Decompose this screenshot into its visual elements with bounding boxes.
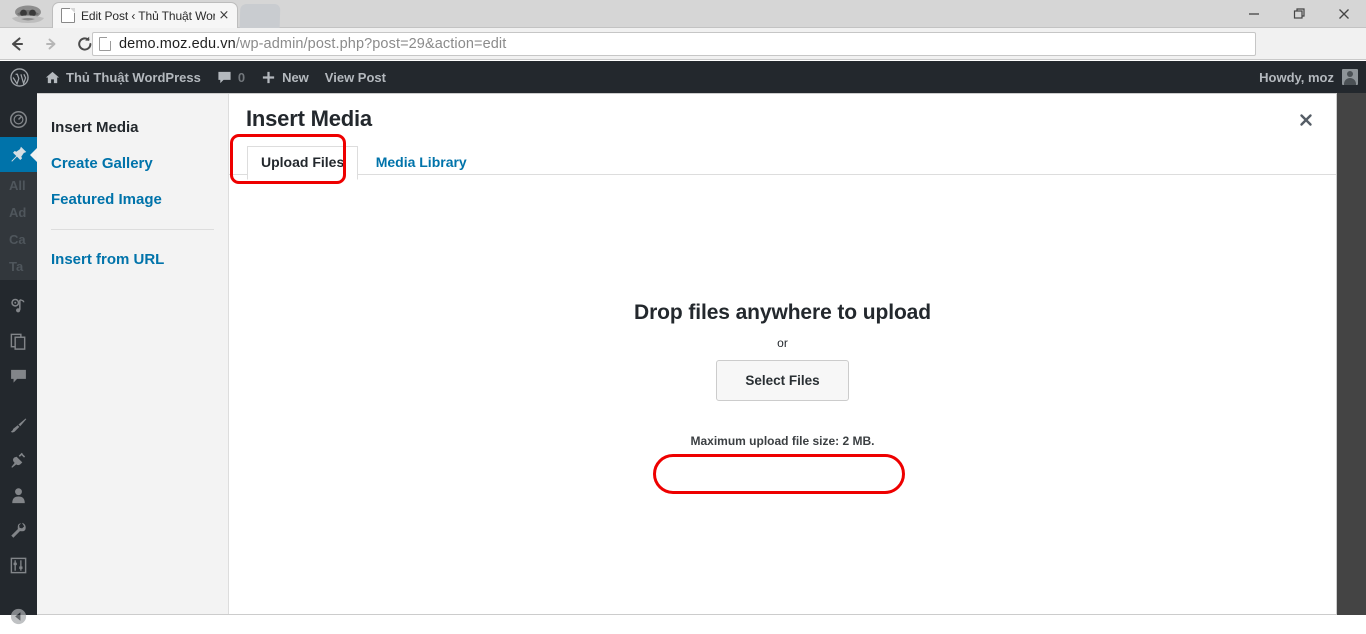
dashboard-gauge-icon [9,110,28,129]
page-title: Insert Media [246,106,372,131]
submenu-item-add-new[interactable]: Ad [0,199,37,226]
forward-arrow-icon[interactable] [34,28,68,60]
view-post-label: View Post [324,69,386,85]
comments-count: 0 [237,69,246,85]
view-post-link[interactable]: View Post [317,61,394,93]
sidebar-item-posts[interactable] [0,137,37,172]
sidebar-item-users[interactable] [0,478,37,513]
posts-submenu: All Ad Ca Ta [0,172,37,280]
window-maximize-button[interactable] [1276,0,1321,28]
window-minimize-button[interactable] [1231,0,1276,28]
site-name-menu[interactable]: Thủ Thuật WordPress [37,61,209,93]
sidebar-item-featured-image[interactable]: Featured Image [37,182,228,218]
drop-files-title: Drop files anywhere to upload [634,301,931,324]
my-account-menu[interactable]: Howdy, moz [1259,61,1366,93]
paintbrush-icon [9,416,28,435]
comments-menu[interactable]: 0 [209,61,253,93]
sidebar-item-settings[interactable] [0,548,37,583]
browser-toolbar: demo.moz.edu.vn/wp-admin/post.php?post=2… [0,28,1366,81]
collapse-arrow-icon [9,607,28,626]
sidebar-item-insert-media[interactable]: Insert Media [37,110,228,146]
window-close-button[interactable] [1321,0,1366,28]
plug-icon [9,451,28,470]
close-icon[interactable] [1292,106,1320,134]
max-upload-size-label: Maximum upload file size: 2 MB. [690,434,875,448]
insert-media-modal: Insert Media Create Gallery Featured Ima… [37,93,1337,615]
modal-main: Insert Media Upload Files Media Library … [229,94,1336,614]
wrench-icon [9,521,28,540]
plus-icon [261,70,276,85]
tab-close-icon[interactable]: × [217,9,231,23]
pages-icon [9,332,28,351]
window-controls [1231,0,1366,28]
sidebar-item-insert-from-url[interactable]: Insert from URL [37,242,228,278]
sidebar-item-plugins[interactable] [0,443,37,478]
sidebar-item-collapse-menu[interactable] [0,599,37,634]
submenu-item-all-posts[interactable]: All [0,172,37,199]
sidebar-item-pages[interactable] [0,324,37,359]
wp-admin-bar: Thủ Thuật WordPress 0 New View Post Howd… [0,61,1366,93]
back-arrow-icon[interactable] [0,28,34,60]
howdy-label: Howdy, moz [1259,69,1334,85]
upload-dropzone[interactable]: Drop files anywhere to upload or Select … [229,175,1336,614]
browser-tab-title: Edit Post ‹ Thủ Thuật Wor [81,8,215,23]
browser-tab-strip: Edit Post ‹ Thủ Thuật Wor × [0,0,1366,28]
sidebar-item-tools[interactable] [0,513,37,548]
url-domain: demo.moz.edu.vn [119,36,236,52]
new-label: New [282,69,309,85]
user-icon [9,486,28,505]
url-path: /wp-admin/post.php?post=29&action=edit [235,36,507,52]
new-tab-button[interactable] [239,4,281,28]
address-bar[interactable]: demo.moz.edu.vn/wp-admin/post.php?post=2… [92,32,1256,56]
wordpress-logo-icon[interactable] [0,61,37,93]
sidebar-divider [51,229,214,231]
page-icon [99,37,111,51]
address-bar-url: demo.moz.edu.vn/wp-admin/post.php?post=2… [119,36,506,52]
submenu-item-categories[interactable]: Ca [0,226,37,253]
or-label: or [777,336,788,350]
pin-icon [9,145,28,164]
wp-admin-menu: All Ad Ca Ta [0,93,37,625]
comment-bubble-icon [9,367,28,386]
media-camera-icon [9,297,28,316]
incognito-icon [6,2,50,28]
browser-tab[interactable]: Edit Post ‹ Thủ Thuật Wor × [52,2,238,28]
sidebar-item-create-gallery[interactable]: Create Gallery [37,146,228,182]
home-icon [45,70,60,85]
sidebar-item-comments[interactable] [0,359,37,394]
sidebar-item-appearance[interactable] [0,408,37,443]
modal-tab-row: Upload Files Media Library [229,142,1336,181]
settings-sliders-icon [9,556,28,575]
modal-sidebar: Insert Media Create Gallery Featured Ima… [37,94,229,614]
sidebar-item-media[interactable] [0,289,37,324]
comment-bubble-icon [217,70,232,85]
tab-favicon-icon [61,8,75,23]
avatar [1342,69,1358,85]
sidebar-item-dashboard[interactable] [0,102,37,137]
submenu-item-tags[interactable]: Ta [0,253,37,280]
site-name-label: Thủ Thuật WordPress [66,69,201,85]
new-content-menu[interactable]: New [253,61,317,93]
select-files-button[interactable]: Select Files [716,360,849,401]
